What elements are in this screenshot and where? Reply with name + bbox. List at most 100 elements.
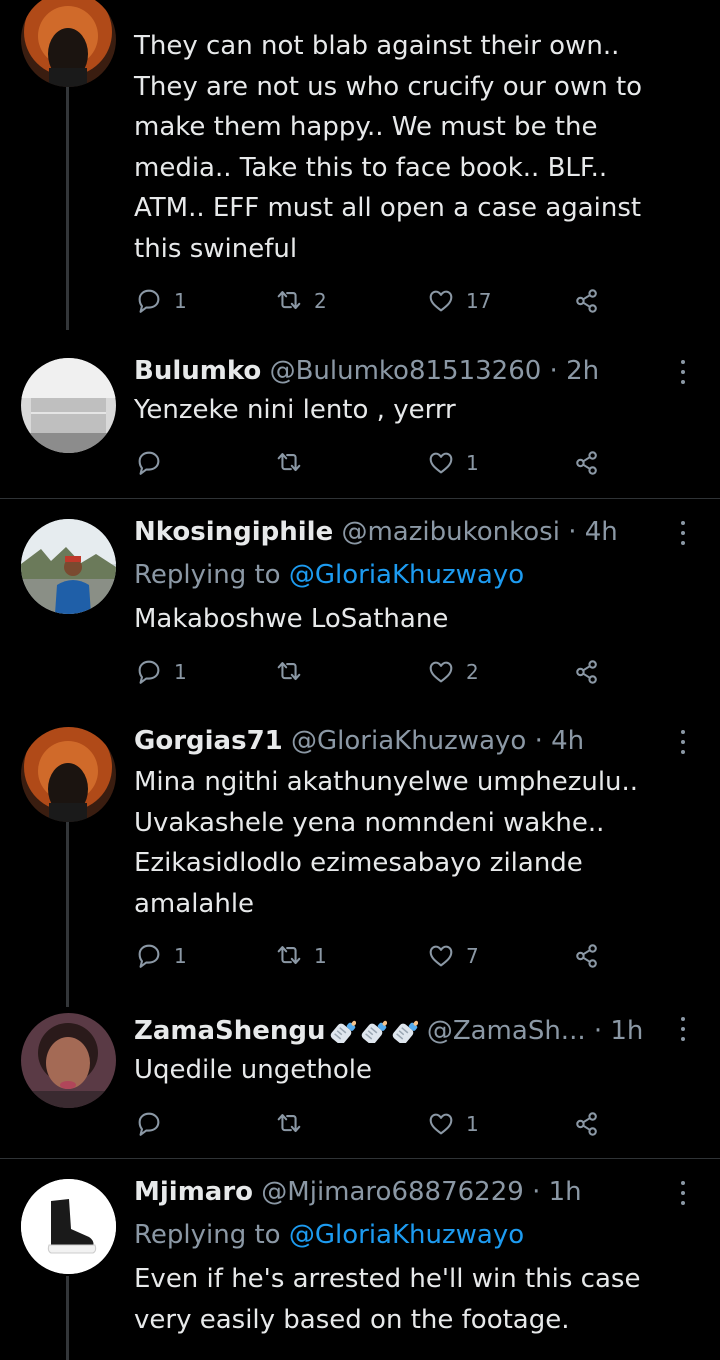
avatar[interactable] [21, 1179, 116, 1274]
mention-link[interactable]: @GloriaKhuzwayo [289, 1220, 524, 1250]
more-options-button[interactable] [676, 1015, 690, 1043]
more-options-button[interactable] [676, 1179, 690, 1207]
share-button[interactable] [572, 939, 602, 973]
retweet-count: 1 [314, 944, 327, 968]
timestamp[interactable]: · 2h [550, 356, 600, 386]
more-options-button[interactable] [676, 728, 690, 756]
reply-count: 1 [174, 944, 187, 968]
display-name[interactable]: Gorgias71 [134, 726, 283, 756]
tweet[interactable]: Bulumko @Bulumko81513260 · 2h Yenzeke ni… [0, 340, 720, 498]
sneaker-avatar-image [21, 1179, 116, 1274]
tweet-text: Yenzeke nini lento , yerrr [134, 395, 456, 425]
retweet-button[interactable] [274, 446, 304, 480]
heart-icon [429, 452, 453, 474]
tweet[interactable]: Nkosingiphile @mazibukonkosi · 4h Replyi… [0, 499, 720, 709]
tweet-text: Mina ngithi akathunyelwe umphezulu.. Uva… [134, 767, 639, 919]
reply-count: 1 [174, 660, 187, 684]
retweet-icon [277, 1114, 301, 1133]
like-button[interactable]: 1 [426, 1107, 479, 1141]
like-count: 1 [466, 451, 479, 475]
like-count: 1 [466, 1112, 479, 1136]
display-name[interactable]: Nkosingiphile [134, 517, 333, 547]
heart-icon [429, 1113, 453, 1135]
replying-to: Replying to @GloriaKhuzwayo [134, 560, 525, 590]
tweet-actions: 1 [134, 1107, 614, 1141]
share-button[interactable] [572, 1107, 602, 1141]
more-options-button[interactable] [676, 358, 690, 386]
room-avatar-image [21, 358, 116, 453]
mention-link[interactable]: @GloriaKhuzwayo [289, 560, 524, 590]
replying-to: Replying to @GloriaKhuzwayo [134, 1220, 525, 1250]
retweet-button[interactable]: 1 [274, 939, 327, 973]
reply-icon [138, 660, 160, 684]
more-options-button[interactable] [676, 519, 690, 547]
tweet-header: ZamaShengu @ZamaSh... · 1h [134, 1013, 690, 1048]
retweet-button[interactable]: 2 [274, 284, 327, 318]
tweet[interactable]: Mjimaro @Mjimaro68876229 · 1h Replying t… [0, 1159, 720, 1360]
share-icon [576, 1112, 597, 1136]
avatar[interactable] [21, 358, 116, 453]
heart-icon [429, 290, 453, 312]
retweet-icon [277, 291, 301, 310]
tweet[interactable]: They can not blab against their own.. Th… [0, 0, 720, 340]
user-handle[interactable]: @mazibukonkosi [341, 517, 559, 547]
retweet-icon [277, 662, 301, 681]
user-handle[interactable]: @GloriaKhuzwayo [291, 726, 526, 756]
user-handle[interactable]: @Bulumko81513260 [270, 356, 542, 386]
tweet-actions: 1 2 17 [134, 284, 614, 318]
heart-icon [429, 945, 453, 967]
retweet-count: 2 [314, 289, 327, 313]
heart-icon [429, 661, 453, 683]
timestamp[interactable]: · 1h [594, 1016, 644, 1046]
like-count: 7 [466, 944, 479, 968]
reply-count: 1 [174, 289, 187, 313]
reply-button[interactable] [134, 1107, 164, 1141]
avatar[interactable] [21, 1013, 116, 1108]
user-handle[interactable]: @Mjimaro68876229 [261, 1177, 524, 1207]
reply-button[interactable] [134, 446, 164, 480]
tweet-header: Bulumko @Bulumko81513260 · 2h [134, 354, 670, 388]
reply-button[interactable]: 1 [134, 655, 187, 689]
tweet[interactable]: ZamaShengu @ZamaSh... · 1h Uqedile unget… [0, 997, 720, 1158]
avatar[interactable] [21, 519, 116, 614]
avatar[interactable] [21, 0, 116, 87]
like-count: 17 [466, 289, 492, 313]
timestamp[interactable]: · 4h [535, 726, 585, 756]
reply-icon [138, 944, 160, 968]
like-button[interactable]: 1 [426, 446, 479, 480]
share-icon [576, 660, 597, 684]
baby-bottle-emoji [358, 1019, 387, 1043]
share-button[interactable] [572, 446, 602, 480]
user-handle[interactable]: @ZamaSh... [427, 1016, 586, 1046]
reply-button[interactable]: 1 [134, 284, 187, 318]
share-icon [576, 451, 597, 475]
retweet-icon [277, 946, 301, 965]
share-button[interactable] [572, 655, 602, 689]
like-button[interactable]: 2 [426, 655, 479, 689]
baby-bottle-emoji [327, 1019, 356, 1043]
person-outdoors-avatar-image [21, 519, 116, 614]
lion-avatar-image [21, 0, 116, 87]
display-name[interactable]: Bulumko [134, 356, 261, 386]
reply-icon [138, 289, 160, 313]
retweet-button[interactable] [274, 1107, 304, 1141]
tweet-actions: 1 1 7 [134, 939, 614, 973]
timestamp[interactable]: · 1h [532, 1177, 582, 1207]
woman-avatar-image [21, 1013, 116, 1108]
tweet[interactable]: Gorgias71 @GloriaKhuzwayo · 4h Mina ngit… [0, 709, 720, 997]
tweet-actions: 1 2 [134, 655, 614, 689]
share-icon [576, 944, 597, 968]
lion-avatar-image [21, 727, 116, 822]
timestamp[interactable]: · 4h [568, 517, 618, 547]
tweet-header: Nkosingiphile @mazibukonkosi · 4h [134, 515, 670, 549]
tweet-text: Even if he's arrested he'll win this cas… [134, 1264, 641, 1335]
display-name[interactable]: Mjimaro [134, 1177, 253, 1207]
avatar[interactable] [21, 727, 116, 822]
reply-button[interactable]: 1 [134, 939, 187, 973]
display-name[interactable]: ZamaShengu [134, 1016, 326, 1046]
retweet-button[interactable] [274, 655, 304, 689]
like-button[interactable]: 7 [426, 939, 479, 973]
baby-bottle-emoji [389, 1019, 418, 1043]
like-button[interactable]: 17 [426, 284, 491, 318]
share-button[interactable] [572, 284, 602, 318]
